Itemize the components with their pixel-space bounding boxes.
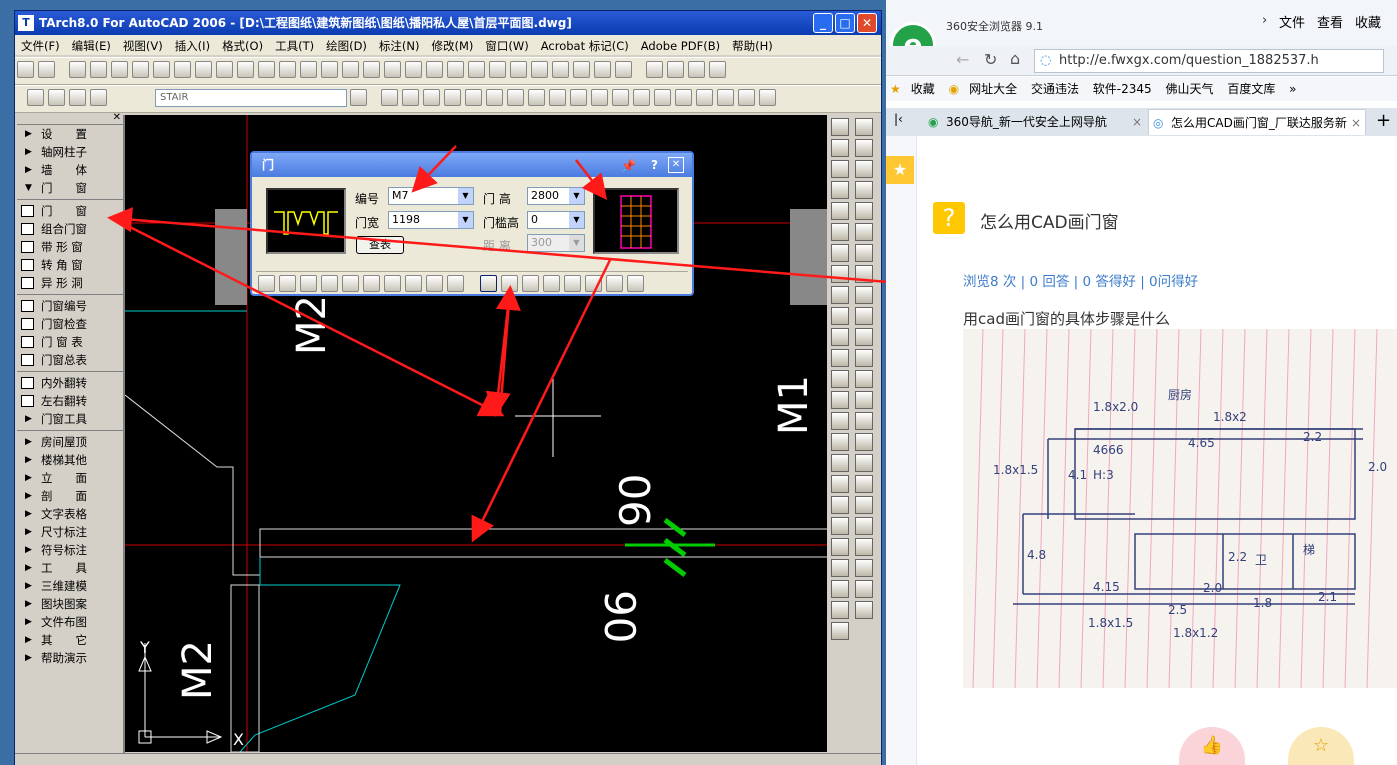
question-mark-icon: ? [933,202,965,234]
browser-window: e 360安全浏览器 9.1 › 文件 查看 收藏 ← ↻ ⌂ ◌ http://… [886,0,1397,765]
sketch-drawing: 1.8x2.0 4666 4.65 1.8x2 2.2 2.0 4.1 H:3 … [972,329,1387,688]
sketch-label-20: 厨房 [1168,387,1192,402]
tab-cad-question[interactable]: ◎ 怎么用CAD画门窗_厂联达服务新 × [1148,109,1366,135]
sketch-label-1: 4666 [1093,443,1124,457]
bookmark-baidu-wenku[interactable]: 百度文库 [1227,82,1275,96]
browser-menu-view[interactable]: 查看 [1317,12,1343,31]
bookmark-software[interactable]: 软件-2345 [1093,82,1152,96]
browser-app-name: 360安全浏览器 9.1 [946,20,1043,33]
home-icon[interactable]: ⌂ [1010,49,1020,68]
page-loading-icon: ◌ [1040,53,1052,68]
sketch-label-8: 1.8x1.5 [993,463,1038,477]
tab-close-icon[interactable]: × [1351,110,1361,135]
sketch-label-18: 卫 [1255,553,1267,567]
bookmarks-bar: ★ 收藏 ◉ 网址大全 交通违法 软件-2345 佛山天气 百度文库 » [886,77,1397,101]
page-tab-icon: ◎ [1153,116,1164,130]
browser-menu-favorites[interactable]: 收藏 [1355,12,1381,31]
sketch-label-16: 1.8x1.5 [1088,616,1133,630]
favorites-star-icon: ★ [890,82,901,96]
arrow-to-insert-point [111,216,505,417]
web-directory-icon: ◉ [948,82,960,96]
bookmark-web-directory[interactable]: 网址大全 [969,82,1017,96]
browser-left-rail: ★ [886,136,916,765]
favorites-star-icon[interactable]: ★ [886,156,914,184]
browser-menu-file[interactable]: 文件 [1279,12,1305,31]
sketch-label-5: 2.0 [1368,460,1387,474]
tab-list-icon[interactable]: |‹ [894,112,903,126]
arrow-to-wall [471,259,612,543]
browser-titlebar: e 360安全浏览器 9.1 › 文件 查看 收藏 [886,0,1397,68]
question-title: 怎么用CAD画门窗 [980,213,1119,233]
360-tab-icon: ◉ [928,115,939,129]
more-bookmarks-icon[interactable]: » [1289,82,1296,96]
sketch-label-0: 1.8x2.0 [1093,400,1138,414]
sketch-label-10: 4.15 [1093,580,1120,594]
question-stats[interactable]: 浏览8 次 | 0 回答 | 0 答得好 | 0问得好 [963,270,1198,290]
sketch-label-4: 2.2 [1303,430,1322,444]
sketch-label-6: 4.1 [1068,468,1087,482]
arrow-to-code [411,145,457,193]
arrow-to-preview [575,159,608,200]
sketch-label-12: 2.0 [1203,581,1222,595]
sketch-label-19: 梯 [1303,543,1315,557]
bookmark-favorites[interactable]: 收藏 [911,82,935,96]
tab-close-icon[interactable]: × [1132,109,1142,135]
sketch-label-14: 2.1 [1318,590,1337,604]
sketch-label-11: 2.5 [1168,603,1187,617]
new-tab-button[interactable]: + [1376,110,1391,131]
browser-menu-chevron-icon[interactable]: › [1262,13,1267,28]
sketch-label-3: 1.8x2 [1213,410,1247,424]
browser-navbar: ← ↻ ⌂ ◌ http://e.fwxgx.com/question_18825… [886,46,1397,76]
bookmark-weather[interactable]: 佛山天气 [1165,82,1213,96]
sketch-label-2: 4.65 [1188,436,1215,450]
sketch-label-17: 2.2 [1228,550,1247,564]
tab-360-nav[interactable]: ◉ 360导航_新一代安全上网导航 × [924,109,1146,135]
back-icon[interactable]: ← [956,50,969,69]
question-body: 用cad画门窗的具体步骤是什么 [963,310,1170,328]
sketch-label-15: 1.8x1.2 [1173,626,1218,640]
address-bar[interactable]: ◌ http://e.fwxgx.com/question_1882537.h [1034,49,1384,73]
bookmark-traffic[interactable]: 交通违法 [1031,82,1079,96]
sketch-label-7: H:3 [1093,468,1114,482]
sketch-photo[interactable]: 1.8x2.0 4666 4.65 1.8x2 2.2 2.0 4.1 H:3 … [963,329,1397,688]
url-text: http://e.fwxgx.com/question_1882537.h [1059,53,1319,68]
refresh-icon[interactable]: ↻ [984,50,997,69]
sketch-label-13: 1.8 [1253,596,1272,610]
arrow-to-door-type [495,285,521,415]
tab-strip: |‹ ◉ 360导航_新一代安全上网导航 × ◎ 怎么用CAD画门窗_厂联达服务新 × … [886,108,1397,136]
sketch-label-9: 4.8 [1027,548,1046,562]
